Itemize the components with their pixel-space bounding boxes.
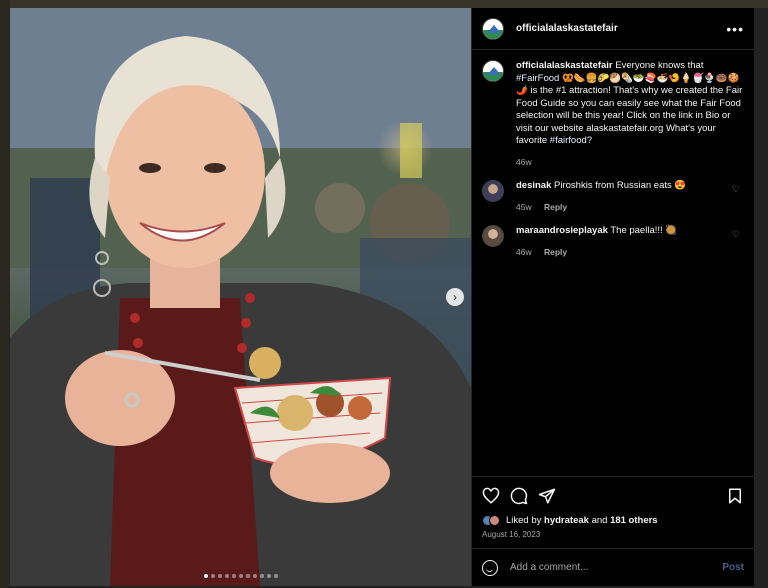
comment-username[interactable]: maraandrosieplayak <box>516 225 608 236</box>
carousel-dot <box>238 574 243 578</box>
post-actions: Liked by hydrateak and 181 others August… <box>472 476 754 548</box>
carousel-dot <box>259 574 264 578</box>
likes-count-link[interactable]: 181 others <box>610 515 658 526</box>
ellipsis-icon[interactable]: ••• <box>726 21 744 37</box>
caption-hashtag-fairfood[interactable]: #fairfood? <box>550 135 592 146</box>
comment-username[interactable]: desinak <box>516 180 551 191</box>
post-side-panel: officialalaskastatefair ••• officialalas… <box>471 8 754 586</box>
carousel-dot <box>217 574 222 578</box>
carousel-dot <box>266 574 271 578</box>
carousel-dot <box>245 574 250 578</box>
share-icon[interactable] <box>538 487 556 505</box>
reply-button[interactable]: Reply <box>544 247 567 257</box>
caption: officialalaskastatefair Everyone knows t… <box>482 60 744 168</box>
caption-avatar[interactable] <box>482 60 504 82</box>
post-photo[interactable]: › <box>10 8 471 586</box>
action-icons <box>482 485 744 507</box>
comment-item: desinak Piroshkis from Russian eats 😍 45… <box>482 180 744 213</box>
bookmark-icon[interactable] <box>726 487 744 505</box>
comment-input[interactable] <box>510 562 723 573</box>
reply-button[interactable]: Reply <box>544 202 567 212</box>
heart-icon[interactable] <box>482 487 500 505</box>
comment-like-heart-icon[interactable]: ♡ <box>732 229 740 240</box>
caption-text: Everyone knows that <box>615 60 704 71</box>
photo-illustration <box>10 8 471 586</box>
emoji-icon[interactable] <box>482 559 498 576</box>
comment-item: maraandrosieplayak The paella!!! 🥘 46w R… <box>482 225 744 258</box>
carousel-next-button[interactable]: › <box>446 288 464 306</box>
liker-avatar <box>489 515 500 526</box>
commenter-avatar[interactable] <box>482 225 504 247</box>
carousel-dot <box>203 574 208 578</box>
liker-username[interactable]: hydrateak <box>544 515 589 526</box>
post-modal: › officialalaskastatefair ••• officialal… <box>10 8 754 586</box>
backdrop-top-strip <box>10 0 768 8</box>
post-date[interactable]: August 16, 2023 <box>482 530 744 539</box>
comment-icon[interactable] <box>510 487 528 505</box>
caption-hashtag[interactable]: #FairFood <box>516 73 559 84</box>
likes-row: Liked by hydrateak and 181 others <box>482 515 744 526</box>
comment-body: maraandrosieplayak The paella!!! 🥘 46w R… <box>516 225 744 258</box>
carousel-dots <box>10 574 471 578</box>
comment-text: Piroshkis from Russian eats 😍 <box>554 180 687 191</box>
caption-meta: 46w <box>516 156 744 169</box>
comment-text: The paella!!! 🥘 <box>610 225 678 236</box>
carousel-dot <box>273 574 278 578</box>
comment-meta: 46w Reply <box>516 246 744 259</box>
carousel-dot <box>210 574 215 578</box>
caption-age[interactable]: 46w <box>516 157 532 167</box>
backdrop-left-strip <box>0 0 10 588</box>
carousel-dot <box>224 574 229 578</box>
post-header: officialalaskastatefair ••• <box>472 8 754 50</box>
account-username[interactable]: officialalaskastatefair <box>516 23 726 34</box>
comments-list: officialalaskastatefair Everyone knows t… <box>472 50 754 476</box>
carousel-dot <box>231 574 236 578</box>
comment-like-heart-icon[interactable]: ♡ <box>732 184 740 195</box>
likes-text: Liked by hydrateak and 181 others <box>506 515 658 526</box>
comment-age[interactable]: 45w <box>516 202 532 212</box>
account-avatar[interactable] <box>482 17 504 40</box>
carousel-dot <box>252 574 257 578</box>
comment-age[interactable]: 46w <box>516 247 532 257</box>
caption-body: officialalaskastatefair Everyone knows t… <box>516 60 744 168</box>
post-comment-button[interactable]: Post <box>722 562 744 573</box>
caption-username[interactable]: officialalaskastatefair <box>516 60 613 71</box>
commenter-avatar[interactable] <box>482 180 504 202</box>
likes-prefix: Liked by <box>506 515 542 526</box>
likes-and: and <box>591 515 608 526</box>
add-comment-bar: Post <box>472 548 754 586</box>
comment-meta: 45w Reply <box>516 201 744 214</box>
comment-body: desinak Piroshkis from Russian eats 😍 45… <box>516 180 744 213</box>
